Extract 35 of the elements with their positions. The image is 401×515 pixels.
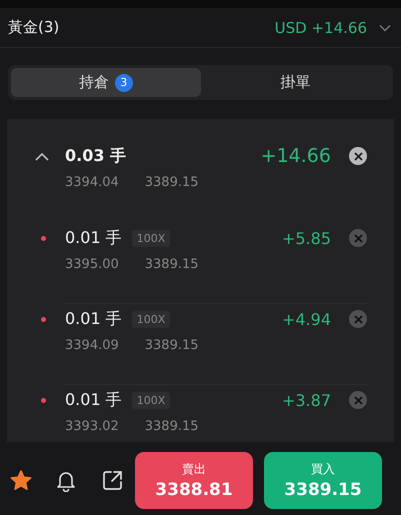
close-icon bbox=[354, 314, 362, 324]
bell-icon[interactable] bbox=[56, 470, 76, 492]
lot-size: 0.03 手 bbox=[65, 146, 126, 166]
profit-value: +14.66 bbox=[260, 145, 331, 167]
close-icon bbox=[354, 396, 362, 404]
lot-size: 0.01 手 bbox=[65, 228, 122, 248]
share-icon[interactable] bbox=[102, 470, 123, 491]
tab[interactable]: 掛單 bbox=[200, 68, 390, 97]
current-price: 3389.15 bbox=[144, 419, 199, 434]
close-icon bbox=[354, 152, 362, 160]
open-price: 3393.02 bbox=[65, 419, 119, 434]
sell-button[interactable]: 賣出 3388.81 bbox=[135, 452, 253, 509]
chevron-down-icon[interactable] bbox=[379, 24, 391, 32]
close-icon bbox=[354, 234, 362, 242]
lot-size: 0.01 手 bbox=[65, 308, 122, 330]
current-price: 3389.15 bbox=[144, 257, 199, 272]
count-badge: 3 bbox=[114, 74, 133, 92]
total-pnl: USD +14.66 bbox=[274, 18, 367, 36]
star-icon[interactable] bbox=[10, 470, 32, 491]
open-price: 3395.00 bbox=[65, 257, 119, 272]
current-price: 3389.15 bbox=[144, 175, 199, 190]
profit-value: +5.85 bbox=[282, 228, 331, 248]
leverage-tag: 100X bbox=[132, 310, 170, 328]
leverage-tag: 100X bbox=[132, 392, 170, 408]
leverage-tag: 100X bbox=[132, 230, 170, 246]
current-price: 3389.15 bbox=[144, 338, 199, 353]
open-price: 3394.04 bbox=[65, 175, 119, 190]
open-price: 3394.09 bbox=[65, 338, 119, 353]
close-button[interactable] bbox=[349, 147, 367, 165]
profit-value: +4.94 bbox=[282, 310, 331, 328]
instrument-title: 黃金(3) bbox=[8, 18, 60, 37]
lot-size: 0.01 手 bbox=[65, 390, 122, 410]
tab[interactable]: 持倉 3 bbox=[11, 68, 200, 97]
profit-value: +3.87 bbox=[282, 390, 331, 410]
caret-icon[interactable] bbox=[35, 152, 49, 160]
